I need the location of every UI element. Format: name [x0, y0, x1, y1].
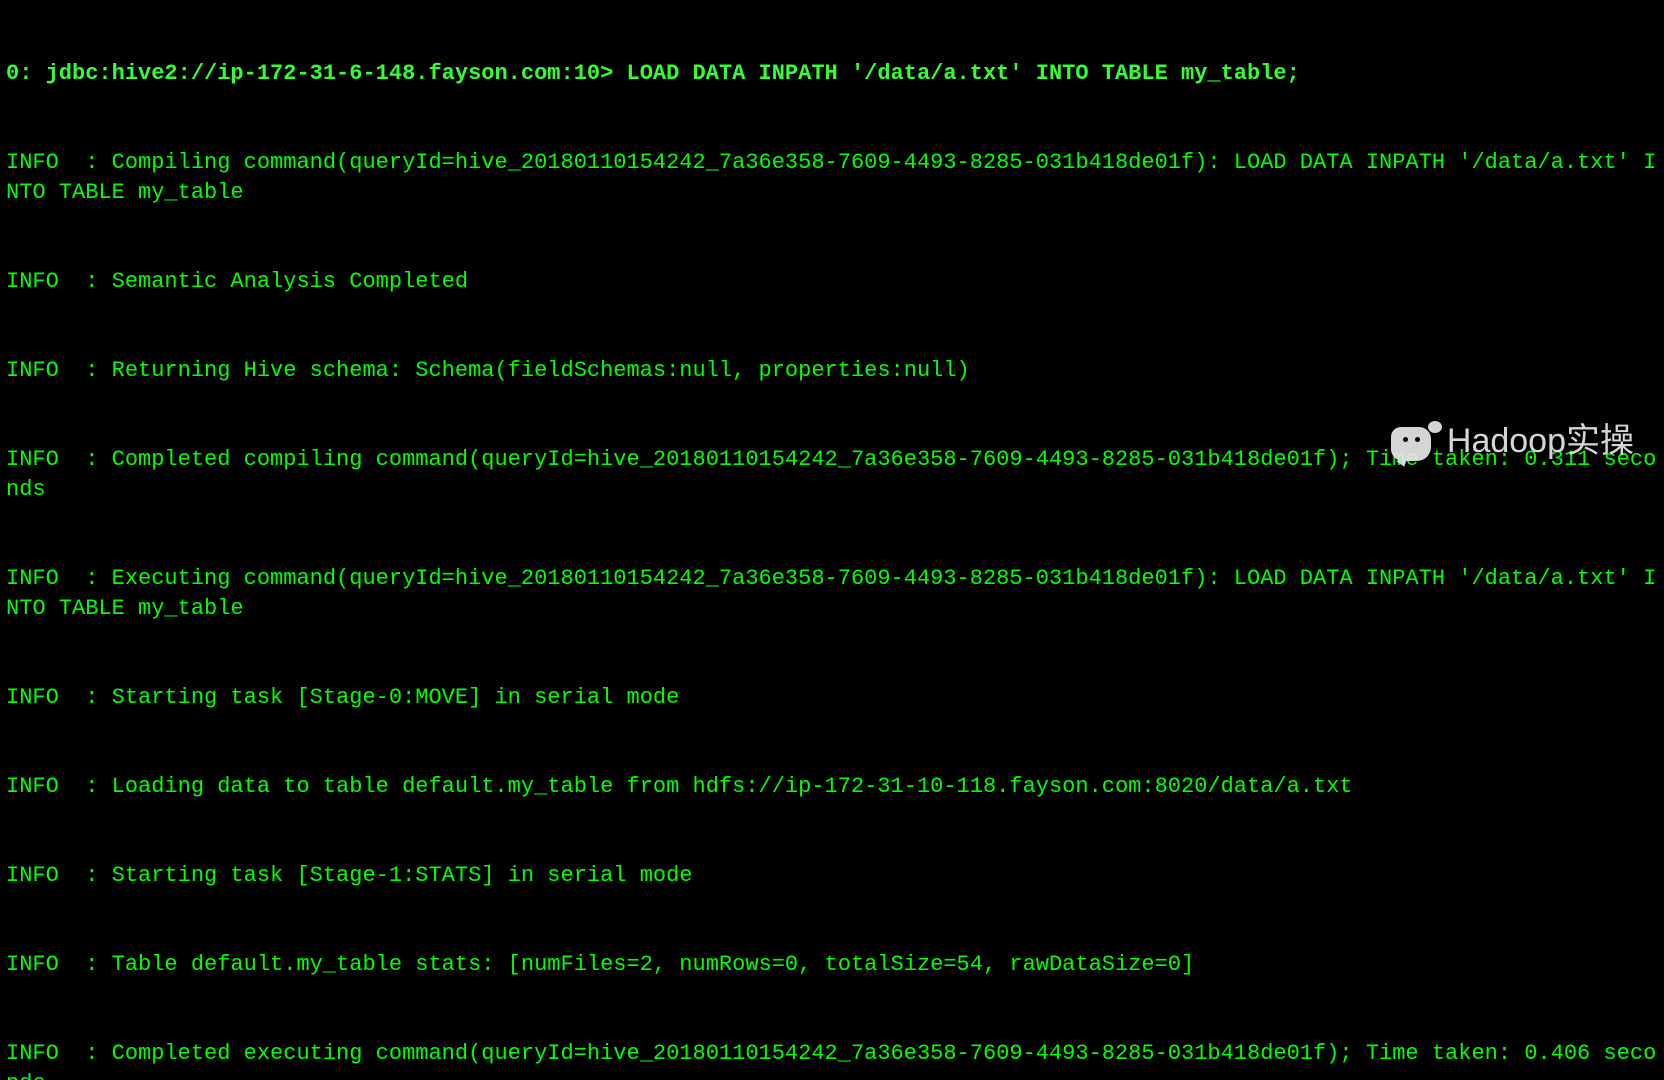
watermark: Hadoop实操: [1391, 419, 1634, 465]
terminal-line: INFO : Starting task [Stage-1:STATS] in …: [6, 861, 1658, 891]
terminal-line: INFO : Table default.my_table stats: [nu…: [6, 950, 1658, 980]
terminal-line: INFO : Compiling command(queryId=hive_20…: [6, 148, 1658, 207]
terminal-line: INFO : Starting task [Stage-0:MOVE] in s…: [6, 683, 1658, 713]
terminal-line: 0: jdbc:hive2://ip-172-31-6-148.fayson.c…: [6, 59, 1658, 89]
terminal-line: INFO : Executing command(queryId=hive_20…: [6, 564, 1658, 623]
watermark-text: Hadoop实操: [1447, 419, 1634, 465]
wechat-icon: [1391, 421, 1439, 463]
terminal-line: INFO : Loading data to table default.my_…: [6, 772, 1658, 802]
terminal-output[interactable]: 0: jdbc:hive2://ip-172-31-6-148.fayson.c…: [6, 0, 1658, 1080]
terminal-line: INFO : Completed executing command(query…: [6, 1039, 1658, 1080]
terminal-line: INFO : Semantic Analysis Completed: [6, 267, 1658, 297]
terminal-line: INFO : Returning Hive schema: Schema(fie…: [6, 356, 1658, 386]
